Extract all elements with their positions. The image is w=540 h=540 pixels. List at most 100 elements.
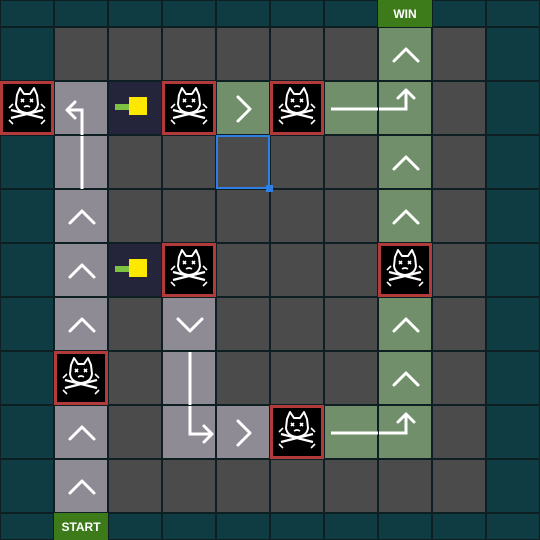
path-gray-cell[interactable] [162, 351, 216, 406]
edge-cell[interactable] [486, 27, 540, 81]
edge-cell [162, 513, 216, 540]
path-gray-cell[interactable] [54, 297, 108, 351]
path-gray-cell[interactable] [162, 405, 216, 459]
floor-cell[interactable] [108, 135, 162, 189]
floor-cell[interactable] [432, 189, 486, 243]
floor-cell[interactable] [324, 27, 378, 81]
path-green-cell[interactable] [378, 81, 432, 135]
path-gray-cell[interactable] [54, 243, 108, 297]
selected-cell-outline[interactable] [216, 135, 270, 189]
edge-cell[interactable] [486, 81, 540, 135]
edge-cell[interactable] [486, 297, 540, 351]
path-gray-cell[interactable] [54, 405, 108, 459]
path-gray-cell[interactable] [54, 81, 108, 136]
path-green-cell[interactable] [378, 189, 432, 243]
floor-cell[interactable] [270, 27, 324, 81]
floor-cell[interactable] [270, 297, 324, 351]
floor-cell[interactable] [270, 351, 324, 405]
floor-cell[interactable] [216, 297, 270, 351]
selection-resize-handle[interactable] [266, 185, 273, 192]
arrow-right-icon [325, 406, 379, 460]
floor-cell[interactable] [270, 135, 324, 189]
floor-cell[interactable] [324, 189, 378, 243]
path-green-cell[interactable] [378, 351, 432, 405]
floor-cell[interactable] [432, 135, 486, 189]
edge-cell[interactable] [0, 459, 54, 513]
floor-cell[interactable] [432, 27, 486, 81]
edge-cell[interactable] [486, 459, 540, 513]
path-gray-cell[interactable] [54, 135, 109, 190]
edge-cell[interactable] [0, 135, 54, 189]
floor-cell[interactable] [216, 27, 270, 81]
floor-cell[interactable] [432, 243, 486, 297]
floor-cell[interactable] [432, 459, 486, 513]
dead-cat-icon [378, 243, 432, 297]
path-green-cell[interactable] [378, 135, 432, 189]
path-gray-cell[interactable] [216, 405, 270, 459]
path-green-cell[interactable] [216, 81, 270, 135]
floor-cell[interactable] [432, 405, 486, 459]
chevron-up-icon [55, 298, 109, 352]
line-vertical-icon [55, 136, 109, 190]
floor-cell[interactable] [216, 459, 270, 513]
edge-cell[interactable] [0, 351, 54, 405]
edge-cell[interactable] [0, 297, 54, 351]
path-gray-cell[interactable] [162, 297, 216, 351]
floor-cell[interactable] [108, 351, 162, 405]
floor-cell[interactable] [432, 81, 486, 135]
path-green-cell[interactable] [378, 27, 432, 81]
dark-cell[interactable] [108, 81, 162, 135]
start-label: START [54, 513, 108, 540]
chevron-up-icon [55, 406, 109, 460]
floor-cell[interactable] [162, 189, 216, 243]
floor-cell[interactable] [324, 135, 378, 189]
floor-cell[interactable] [432, 351, 486, 405]
floor-cell[interactable] [216, 189, 270, 243]
path-green-cell[interactable] [324, 81, 379, 135]
floor-cell[interactable] [270, 459, 324, 513]
floor-cell[interactable] [324, 351, 378, 405]
game-board: WIN START [0, 0, 540, 540]
dead-cat-icon [162, 243, 216, 297]
path-gray-cell[interactable] [54, 459, 108, 513]
edge-cell [0, 0, 54, 27]
floor-cell[interactable] [216, 351, 270, 405]
edge-cell[interactable] [0, 27, 54, 81]
floor-cell[interactable] [270, 243, 324, 297]
edge-cell [324, 513, 378, 540]
floor-cell[interactable] [270, 189, 324, 243]
edge-cell[interactable] [486, 405, 540, 459]
floor-cell[interactable] [432, 297, 486, 351]
edge-cell [216, 513, 270, 540]
floor-cell[interactable] [324, 243, 378, 297]
edge-cell [270, 513, 324, 540]
edge-cell[interactable] [486, 189, 540, 243]
edge-cell[interactable] [486, 243, 540, 297]
floor-cell[interactable] [324, 459, 378, 513]
chevron-up-icon [379, 136, 433, 190]
dark-cell[interactable] [108, 243, 162, 297]
path-green-cell[interactable] [324, 405, 379, 460]
path-green-cell[interactable] [378, 405, 432, 459]
edge-cell[interactable] [486, 135, 540, 189]
path-gray-cell[interactable] [54, 189, 108, 243]
floor-cell[interactable] [378, 459, 432, 513]
floor-cell[interactable] [108, 27, 162, 81]
floor-cell[interactable] [108, 459, 162, 513]
floor-cell[interactable] [324, 297, 378, 351]
floor-cell[interactable] [108, 297, 162, 351]
floor-cell[interactable] [54, 27, 108, 81]
path-green-cell[interactable] [378, 297, 432, 351]
edge-cell[interactable] [0, 243, 54, 297]
floor-cell[interactable] [162, 135, 216, 189]
edge-cell[interactable] [486, 351, 540, 405]
edge-cell[interactable] [0, 405, 54, 459]
dead-cat-icon [162, 81, 216, 135]
floor-cell[interactable] [216, 243, 270, 297]
floor-cell[interactable] [108, 405, 162, 459]
floor-cell[interactable] [162, 27, 216, 81]
cannon-icon [109, 244, 163, 298]
edge-cell[interactable] [0, 189, 54, 243]
floor-cell[interactable] [108, 189, 162, 243]
floor-cell[interactable] [162, 459, 216, 513]
